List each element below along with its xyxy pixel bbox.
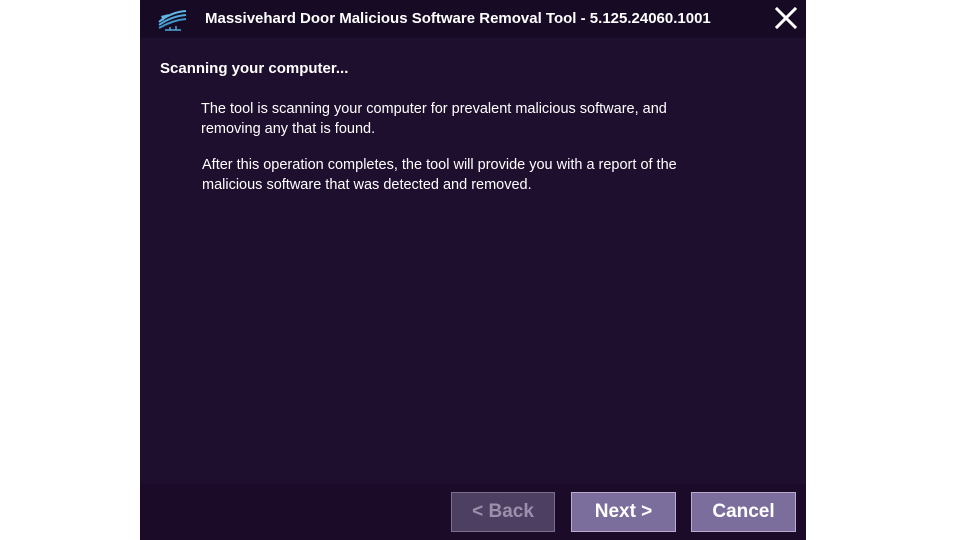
description-paragraph: The tool is scanning your computer for p… [201, 101, 667, 137]
next-button[interactable]: Next > [571, 492, 676, 532]
window-title: Massivehard Door Malicious Software Remo… [205, 10, 711, 27]
title-bar: Massivehard Door Malicious Software Remo… [140, 0, 806, 38]
app-logo-icon [157, 8, 188, 32]
page-heading: Scanning your computer... [160, 60, 349, 77]
back-button[interactable]: < Back [451, 492, 555, 532]
close-icon [770, 4, 802, 34]
dialog-window: Massivehard Door Malicious Software Remo… [140, 0, 806, 540]
button-bar: < Back Next > Cancel [140, 484, 806, 540]
cancel-button[interactable]: Cancel [691, 492, 796, 532]
close-button[interactable] [770, 4, 802, 34]
report-info-paragraph: After this operation completes, the tool… [202, 157, 677, 193]
